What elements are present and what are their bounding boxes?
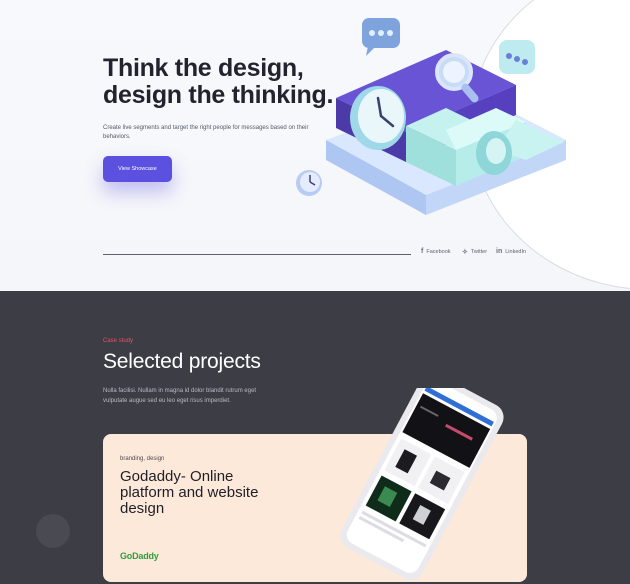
hero-section: Think the design, design the thinking. C…	[0, 0, 630, 291]
scroll-circle-button[interactable]	[36, 514, 70, 548]
social-link-facebook[interactable]: f Facebook	[421, 248, 451, 255]
case-study-label: Case study	[103, 338, 134, 344]
facebook-icon: f	[421, 248, 424, 255]
twitter-icon: ✧	[462, 249, 468, 256]
godaddy-logo: GoDaddy	[120, 551, 159, 561]
project-tag: branding, design	[120, 456, 165, 462]
view-showcase-button[interactable]: View Showcase	[103, 156, 172, 182]
linkedin-icon: in	[496, 248, 503, 255]
projects-title: Selected projects	[103, 350, 261, 373]
hero-divider	[103, 254, 411, 255]
project-title: Godaddy- Online platform and website des…	[120, 468, 259, 517]
hero-illustration	[296, 18, 566, 215]
phone-mockup-image	[340, 388, 504, 580]
social-link-linkedin[interactable]: in LinkedIn	[496, 248, 526, 255]
projects-section: Case study Selected projects Nulla facil…	[0, 291, 630, 584]
social-link-twitter[interactable]: ✧ Twitter	[462, 248, 487, 256]
social-label: LinkedIn	[505, 248, 527, 255]
social-label: Twitter	[470, 249, 488, 255]
social-label: Facebook	[426, 248, 451, 255]
hero-subtitle: Create live segments and target the righ…	[103, 125, 309, 140]
projects-description: Nulla facilisi. Nullam in magna id dolor…	[103, 388, 257, 404]
